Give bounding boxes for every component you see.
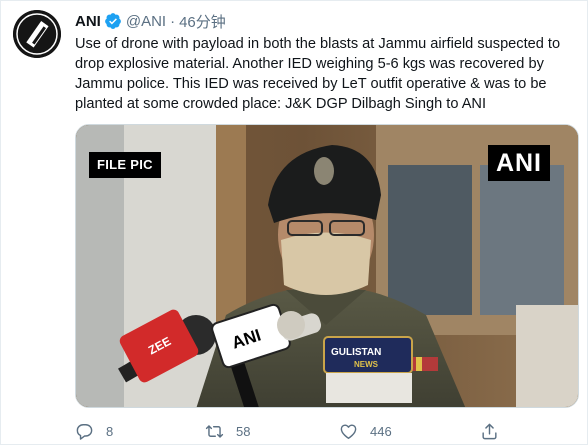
tweet-actions: 8 58 446 (75, 419, 545, 443)
like-count: 446 (370, 423, 392, 439)
share-button[interactable] (480, 422, 511, 441)
file-pic-badge: FILE PIC (89, 152, 161, 178)
like-button[interactable]: 446 (339, 422, 392, 441)
retweet-count: 58 (236, 423, 251, 439)
heart-icon (340, 423, 357, 439)
tweet-header: ANI @ANI · 46分钟 (75, 11, 226, 31)
display-name[interactable]: ANI (75, 13, 101, 30)
avatar[interactable] (13, 10, 61, 58)
retweet-button[interactable]: 58 (205, 422, 250, 441)
verified-badge-icon (104, 13, 121, 29)
ani-watermark: ANI (487, 145, 550, 181)
separator-dot: · (170, 12, 176, 30)
timestamp[interactable]: 46分钟 (179, 11, 226, 32)
retweet-icon (205, 424, 224, 438)
share-icon (482, 423, 497, 439)
tweet-media-image[interactable]: ZEE ANI GULISTAN NEWS FILE PIC ANI (75, 124, 579, 408)
reply-count: 8 (106, 423, 114, 439)
tweet-card[interactable]: ANI @ANI · 46分钟 Use of drone with payloa… (0, 0, 588, 445)
tweet-text: Use of drone with payload in both the bl… (75, 36, 561, 112)
mic-gulistan: GULISTAN NEWS (323, 336, 413, 403)
handle[interactable]: @ANI (126, 13, 166, 30)
ani-logo-icon (13, 10, 61, 58)
reply-icon (76, 423, 93, 440)
svg-text:GULISTAN: GULISTAN (331, 347, 381, 358)
reply-button[interactable]: 8 (75, 422, 113, 441)
svg-text:NEWS: NEWS (354, 360, 379, 369)
